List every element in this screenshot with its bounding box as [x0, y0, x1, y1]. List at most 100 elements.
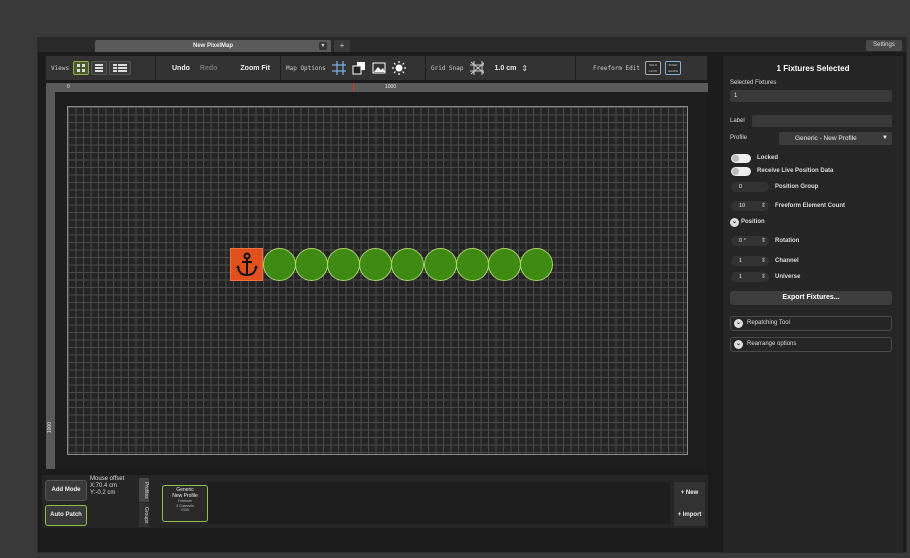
profile-card-mode: RGB — [181, 508, 189, 512]
stepper-arrows-icon: ⇕ — [760, 203, 766, 209]
grid-view-button[interactable] — [73, 61, 90, 75]
settings-button[interactable]: Settings — [866, 40, 902, 51]
freeform-count-value: 10 — [739, 203, 746, 209]
ruler-left-end: 1000 — [47, 422, 53, 434]
pixel-fixture[interactable] — [327, 248, 360, 281]
views-label: Views — [51, 64, 70, 72]
import-profile-button[interactable]: + Import — [674, 504, 705, 526]
ruler-top-mid: 1000 — [385, 84, 397, 90]
freeform-count-stepper[interactable]: 10 ⇕ — [731, 201, 769, 211]
map-options-label: Map Options — [286, 64, 326, 72]
universe-stepper[interactable]: 1 ⇕ — [731, 272, 769, 282]
pixel-fixture[interactable] — [456, 248, 489, 281]
label-input[interactable] — [752, 115, 892, 127]
rearrange-options-label: Rearrange options — [747, 341, 797, 347]
chevron-down-icon: ▼ — [882, 135, 888, 141]
pixel-fixture[interactable] — [295, 248, 328, 281]
background-image-button[interactable] — [372, 61, 386, 75]
channel-value: 1 — [739, 258, 743, 264]
rotation-stepper[interactable]: 0 ° ⇕ — [731, 236, 769, 246]
add-mode-button[interactable]: Add Mode — [45, 480, 87, 501]
mouse-offset-y: Y:-0.2 cm — [90, 490, 116, 496]
views-group: Views — [46, 56, 156, 80]
position-group-label: Position Group — [775, 184, 819, 190]
stepper-arrows-icon: ⇕ — [760, 238, 766, 244]
position-group-input[interactable]: 0 — [731, 182, 769, 192]
stepper-arrows-icon: ⇕ — [760, 258, 766, 264]
position-expand-icon[interactable]: ⌄ — [730, 218, 739, 227]
grid-icon — [331, 61, 346, 75]
redo-button[interactable]: Redo — [200, 65, 218, 72]
grid-snap-button[interactable] — [469, 61, 484, 75]
app-root: New PixelMap ▾ + Settings Views Undo Red… — [0, 0, 910, 558]
pixel-fixture[interactable] — [424, 248, 457, 281]
export-fixtures-button[interactable]: Export Fixtures... — [730, 291, 892, 305]
anchor-fixture[interactable] — [230, 248, 263, 281]
rotation-label: Rotation — [775, 238, 800, 244]
mouse-offset-x: X:70.4 cm — [90, 483, 118, 489]
freeform-count-label: Freeform Element Count — [775, 203, 846, 209]
receive-live-toggle[interactable] — [731, 167, 751, 176]
pixel-fixture[interactable] — [391, 248, 424, 281]
undo-button[interactable]: Undo — [172, 65, 190, 72]
grid-snap-label: Grid Snap — [431, 64, 464, 72]
tab-profiles[interactable]: Profiles — [139, 478, 149, 502]
freeform-group: Freeform Edit SOLO CLICK FIXED SHAPE — [576, 56, 708, 80]
ruler-cursor-marker — [353, 83, 354, 92]
tab-pixelmap[interactable]: New PixelMap ▾ — [95, 40, 331, 52]
channel-stepper[interactable]: 1 ⇕ — [731, 256, 769, 266]
position-section-label[interactable]: Position — [741, 219, 765, 225]
sun-icon — [391, 61, 406, 75]
anchor-icon — [235, 252, 258, 276]
tab-menu-icon[interactable]: ▾ — [319, 42, 327, 50]
grid-view-icon — [77, 64, 86, 72]
tab-groups[interactable]: Groups — [139, 503, 149, 527]
chevron-down-icon: ⌄ — [734, 340, 743, 349]
universe-label: Universe — [775, 274, 801, 280]
add-tab-button[interactable]: + — [334, 40, 350, 52]
list-view-button[interactable] — [91, 61, 108, 75]
panel-title: 1 Fixtures Selected — [776, 64, 850, 73]
rearrange-options-section[interactable]: ⌄ Rearrange options — [730, 337, 892, 352]
table-view-icon — [113, 64, 128, 72]
grid-snap-value[interactable]: 1.0 cm — [495, 65, 517, 72]
map-options-group: Map Options — [281, 56, 426, 80]
profiles-list — [208, 482, 670, 524]
grid-toggle-button[interactable] — [331, 61, 346, 75]
layers-icon — [352, 62, 365, 75]
pixel-fixture[interactable] — [263, 248, 296, 281]
new-profile-button[interactable]: + New — [674, 482, 705, 504]
grid-snap-icon — [469, 61, 484, 75]
image-icon — [372, 62, 386, 74]
repatching-tool-section[interactable]: ⌄ Repatching Tool — [730, 316, 892, 331]
channel-label: Channel — [775, 258, 799, 264]
pixel-fixture[interactable] — [359, 248, 392, 281]
profile-dropdown[interactable]: Generic - New Profile ▼ — [779, 132, 892, 145]
auto-patch-button[interactable]: Auto Patch — [45, 505, 87, 526]
repatching-tool-label: Repatching Tool — [747, 320, 790, 326]
tab-title: New PixelMap — [192, 43, 233, 49]
ruler-horizontal: 0 1000 — [46, 83, 708, 92]
mouse-offset-title: Mouse offset — [90, 476, 125, 482]
rotation-value: 0 ° — [739, 238, 746, 244]
toolbar: Views Undo Redo Zoom Fit Map Options Gri… — [46, 56, 708, 80]
fixed-shape-button[interactable]: FIXED SHAPE — [665, 61, 681, 75]
selected-fixtures-field[interactable]: 1 — [730, 90, 892, 102]
pixel-fixture[interactable] — [488, 248, 521, 281]
zoom-fit-button[interactable]: Zoom Fit — [240, 65, 270, 72]
grid-snap-stepper-icon[interactable]: ⇕ — [521, 64, 528, 73]
profile-dropdown-value: Generic - New Profile — [795, 135, 857, 142]
locked-toggle[interactable] — [731, 154, 751, 163]
position-group-value: 0 — [739, 184, 743, 190]
freeform-edit-label: Freeform Edit — [593, 64, 640, 72]
pixel-fixture[interactable] — [520, 248, 553, 281]
selected-fixtures-label: Selected Fixtures — [730, 80, 777, 86]
stepper-arrows-icon: ⇕ — [760, 274, 766, 280]
table-view-button[interactable] — [109, 61, 132, 75]
profile-label: Profile — [730, 135, 748, 141]
solo-click-button[interactable]: SOLO CLICK — [645, 61, 661, 75]
receive-live-label: Receive Live Position Data — [757, 168, 834, 174]
layers-button[interactable] — [352, 61, 366, 75]
brightness-button[interactable] — [391, 61, 406, 75]
profile-card[interactable]: Generic New Profile Freeform 3 Channels … — [162, 485, 208, 522]
